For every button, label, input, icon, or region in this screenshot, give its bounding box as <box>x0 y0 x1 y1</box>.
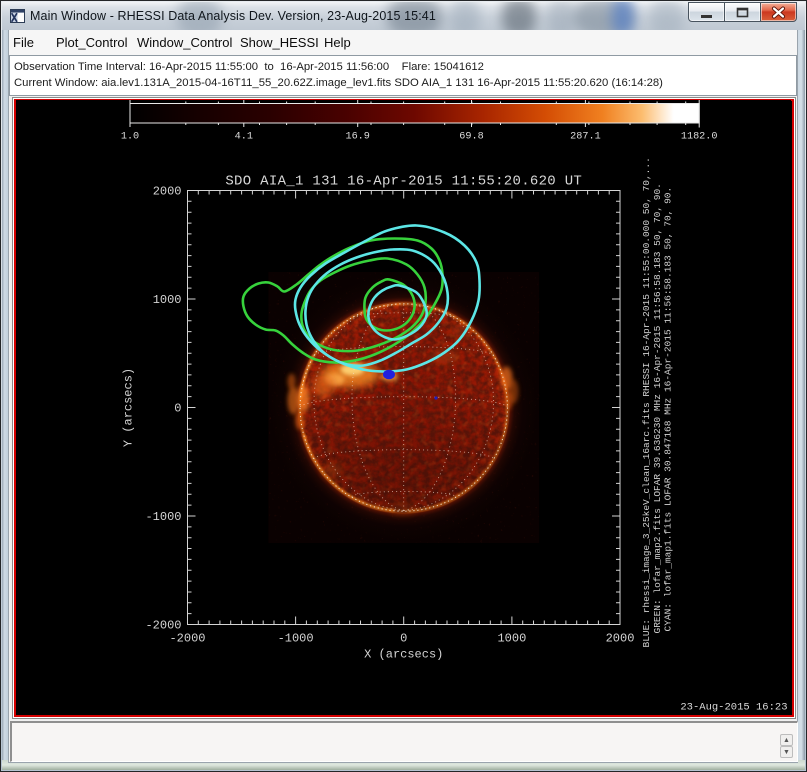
svg-text:1182.0: 1182.0 <box>680 131 717 142</box>
svg-text:CYAN: lofar_map1.fits LOFAR 30: CYAN: lofar_map1.fits LOFAR 30.847168 MH… <box>662 186 673 631</box>
svg-text:1.0: 1.0 <box>120 131 138 142</box>
svg-text:SDO AIA_1 131 16-Apr-2015 11:5: SDO AIA_1 131 16-Apr-2015 11:55:20.620 U… <box>225 173 582 189</box>
svg-text:-1000: -1000 <box>277 631 313 645</box>
svg-text:23-Aug-2015 16:23: 23-Aug-2015 16:23 <box>680 701 787 713</box>
svg-text:1000: 1000 <box>152 293 181 307</box>
svg-text:0: 0 <box>400 631 407 645</box>
svg-text:GREEN: lofar_map2.fits LOFAR 3: GREEN: lofar_map2.fits LOFAR 39.636230 M… <box>652 183 663 633</box>
svg-text:1000: 1000 <box>497 631 526 645</box>
svg-text:-2000: -2000 <box>169 631 205 645</box>
svg-text:-2000: -2000 <box>145 618 181 632</box>
svg-text:Y (arcsecs): Y (arcsecs) <box>121 367 135 446</box>
svg-text:16.9: 16.9 <box>345 131 369 142</box>
svg-text:2000: 2000 <box>605 631 634 645</box>
svg-text:2000: 2000 <box>152 184 181 198</box>
svg-text:-1000: -1000 <box>145 510 181 524</box>
svg-text:287.1: 287.1 <box>570 131 601 142</box>
svg-text:X (arcsecs): X (arcsecs) <box>364 647 443 661</box>
svg-text:4.1: 4.1 <box>234 131 252 142</box>
svg-text:69.8: 69.8 <box>459 131 483 142</box>
svg-text:0: 0 <box>174 401 181 415</box>
svg-text:BLUE: rhessi_image_3_25keV_cle: BLUE: rhessi_image_3_25keV_clean_16arc.f… <box>641 157 652 647</box>
